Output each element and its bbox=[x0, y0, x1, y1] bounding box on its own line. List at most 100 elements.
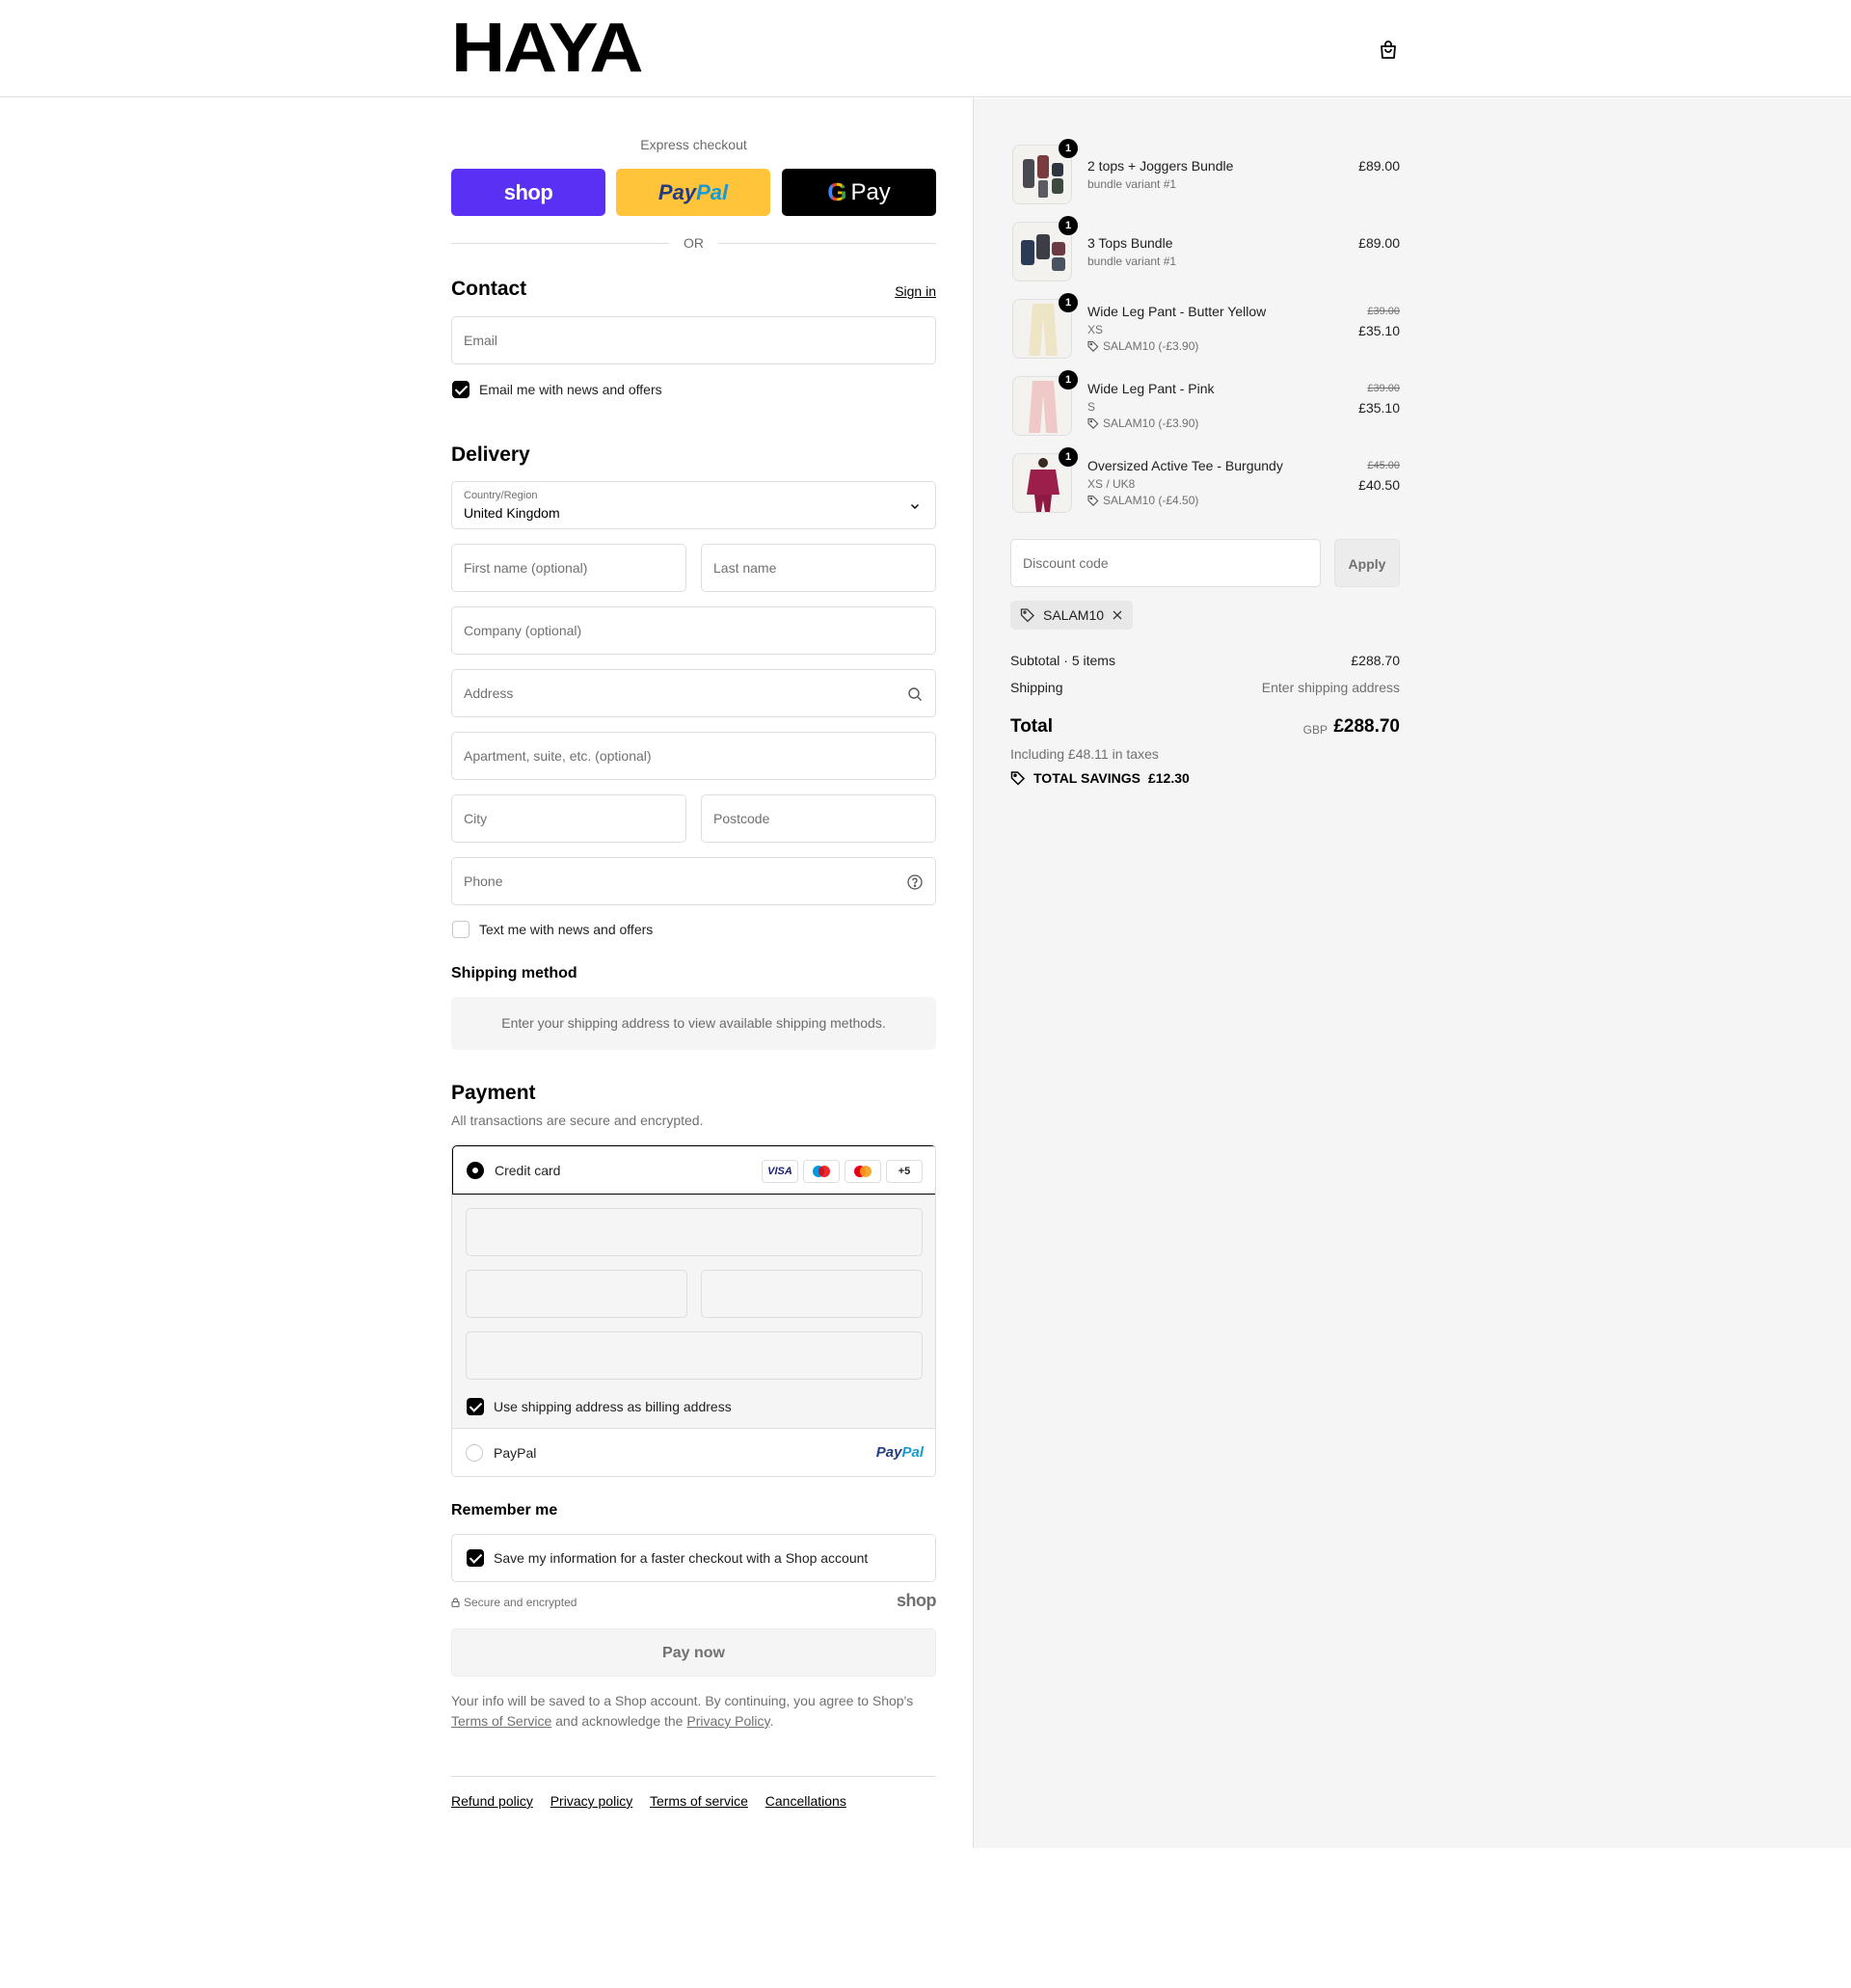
item-name: Oversized Active Tee - Burgundy bbox=[1087, 458, 1283, 473]
pay-now-button[interactable]: Pay now bbox=[451, 1628, 936, 1677]
credit-card-radio[interactable] bbox=[467, 1162, 484, 1179]
address-placeholder: Address bbox=[464, 685, 514, 701]
refund-policy-link[interactable]: Refund policy bbox=[451, 1793, 533, 1809]
paypal-logo-pal: Pal bbox=[696, 179, 729, 204]
subtotal-label: Subtotal · 5 items bbox=[1010, 653, 1115, 668]
item-price: £89.00 bbox=[1358, 235, 1400, 251]
paypal-logo-pay: Pay bbox=[875, 1444, 902, 1461]
terms-of-service-link[interactable]: Terms of Service bbox=[451, 1713, 551, 1729]
payment-options: Credit card VISA +5 Use shipping address… bbox=[451, 1144, 936, 1477]
applied-discount-chip: SALAM10 bbox=[1010, 601, 1134, 630]
expiry-field[interactable] bbox=[466, 1270, 687, 1318]
subtotal-value: £288.70 bbox=[1351, 653, 1400, 668]
item-price: £35.10 bbox=[1358, 323, 1400, 338]
country-select[interactable]: Country/Region United Kingdom bbox=[451, 481, 936, 529]
footer-links: Refund policy Privacy policy Terms of se… bbox=[451, 1793, 860, 1809]
name-on-card-field[interactable] bbox=[466, 1331, 923, 1380]
phone-placeholder: Phone bbox=[464, 873, 503, 889]
discount-code-placeholder: Discount code bbox=[1023, 555, 1109, 571]
apartment-field[interactable]: Apartment, suite, etc. (optional) bbox=[451, 732, 936, 780]
card-number-field[interactable] bbox=[466, 1208, 923, 1256]
email-news-checkbox[interactable] bbox=[452, 381, 469, 398]
privacy-policy-link[interactable]: Privacy Policy bbox=[686, 1713, 769, 1729]
privacy-policy-footer-link[interactable]: Privacy policy bbox=[550, 1793, 633, 1809]
item-name: Wide Leg Pant - Butter Yellow bbox=[1087, 304, 1267, 319]
item-original-price: £39.00 bbox=[1367, 383, 1400, 394]
or-divider: OR bbox=[451, 233, 936, 253]
shop-pay-button[interactable]: shop bbox=[451, 169, 605, 216]
google-g-icon: G bbox=[827, 177, 847, 206]
apartment-placeholder: Apartment, suite, etc. (optional) bbox=[464, 748, 652, 764]
item-discount: SALAM10 (-£4.50) bbox=[1087, 494, 1198, 507]
last-name-field[interactable]: Last name bbox=[701, 544, 936, 592]
item-discount-label: SALAM10 (-£4.50) bbox=[1103, 494, 1199, 507]
company-field[interactable]: Company (optional) bbox=[451, 606, 936, 655]
tag-icon bbox=[1010, 771, 1026, 786]
shipping-method-notice: Enter your shipping address to view avai… bbox=[451, 997, 936, 1050]
cancellations-link[interactable]: Cancellations bbox=[765, 1793, 846, 1809]
item-price: £89.00 bbox=[1358, 158, 1400, 174]
discount-code-field[interactable]: Discount code bbox=[1010, 539, 1321, 587]
currency-code: GBP bbox=[1302, 723, 1328, 737]
item-name: 3 Tops Bundle bbox=[1087, 235, 1173, 251]
quantity-badge: 1 bbox=[1059, 216, 1078, 235]
email-field[interactable]: Email bbox=[451, 316, 936, 364]
postcode-field[interactable]: Postcode bbox=[701, 794, 936, 843]
legal-text-3: . bbox=[769, 1713, 774, 1729]
delivery-heading: Delivery bbox=[451, 443, 530, 466]
shipping-row: Shipping Enter shipping address bbox=[1010, 680, 1400, 695]
security-code-field[interactable] bbox=[701, 1270, 923, 1318]
savings-value: £12.30 bbox=[1147, 770, 1190, 786]
or-label: OR bbox=[684, 235, 704, 251]
remove-discount-icon[interactable] bbox=[1112, 609, 1123, 621]
item-discount-label: SALAM10 (-£3.90) bbox=[1103, 339, 1199, 353]
cart-icon[interactable] bbox=[1377, 39, 1400, 62]
sign-in-link[interactable]: Sign in bbox=[895, 283, 936, 299]
brand-logo[interactable]: HAYA bbox=[451, 13, 644, 83]
paypal-button[interactable]: Pay Pal bbox=[616, 169, 770, 216]
apply-discount-button[interactable]: Apply bbox=[1334, 539, 1400, 587]
remember-me-option[interactable]: Save my information for a faster checkou… bbox=[451, 1534, 936, 1582]
discount-code-label: SALAM10 bbox=[1043, 607, 1105, 623]
item-discount: SALAM10 (-£3.90) bbox=[1087, 416, 1198, 430]
shop-logo: shop bbox=[897, 1591, 937, 1610]
phone-field[interactable]: Phone bbox=[451, 857, 936, 905]
item-price: £35.10 bbox=[1358, 400, 1400, 416]
google-pay-label: Pay bbox=[850, 178, 891, 205]
paypal-option-label: PayPal bbox=[494, 1445, 537, 1461]
city-field[interactable]: City bbox=[451, 794, 686, 843]
paypal-logo-pay: Pay bbox=[657, 179, 697, 204]
secure-note: Secure and encrypted bbox=[451, 1596, 577, 1610]
text-news-checkbox[interactable] bbox=[452, 921, 469, 938]
line-item: 1 2 tops + Joggers Bundle bundle variant… bbox=[1010, 139, 1400, 212]
taxes-note: Including £48.11 in taxes bbox=[1010, 746, 1159, 762]
quantity-badge: 1 bbox=[1059, 370, 1078, 390]
address-field[interactable]: Address bbox=[451, 669, 936, 717]
tag-icon bbox=[1087, 340, 1099, 352]
paypal-logo-pal: Pal bbox=[901, 1444, 924, 1461]
country-label: Country/Region bbox=[464, 490, 538, 501]
save-info-label: Save my information for a faster checkou… bbox=[494, 1550, 869, 1566]
billing-address-checkbox[interactable] bbox=[467, 1398, 484, 1415]
chevron-down-icon bbox=[906, 497, 924, 515]
paypal-radio[interactable] bbox=[466, 1444, 483, 1462]
search-icon bbox=[906, 685, 924, 703]
shop-pay-label: shop bbox=[503, 179, 553, 204]
total-label: Total bbox=[1010, 716, 1053, 737]
terms-of-service-footer-link[interactable]: Terms of service bbox=[650, 1793, 748, 1809]
text-news-label: Text me with news and offers bbox=[479, 922, 654, 937]
help-icon[interactable] bbox=[906, 873, 924, 891]
save-info-checkbox[interactable] bbox=[467, 1549, 484, 1567]
payment-heading: Payment bbox=[451, 1082, 536, 1104]
google-pay-button[interactable]: G Pay bbox=[782, 169, 936, 216]
item-original-price: £45.00 bbox=[1367, 460, 1400, 471]
last-name-placeholder: Last name bbox=[713, 560, 777, 576]
credit-card-option[interactable]: Credit card VISA +5 bbox=[452, 1145, 935, 1195]
item-price: £40.50 bbox=[1358, 477, 1400, 493]
first-name-field[interactable]: First name (optional) bbox=[451, 544, 686, 592]
tag-icon bbox=[1020, 608, 1034, 623]
item-discount-label: SALAM10 (-£3.90) bbox=[1103, 416, 1199, 430]
tag-icon bbox=[1087, 495, 1099, 506]
remember-me-heading: Remember me bbox=[451, 1502, 558, 1518]
paypal-option[interactable]: PayPal PayPal bbox=[452, 1428, 935, 1476]
